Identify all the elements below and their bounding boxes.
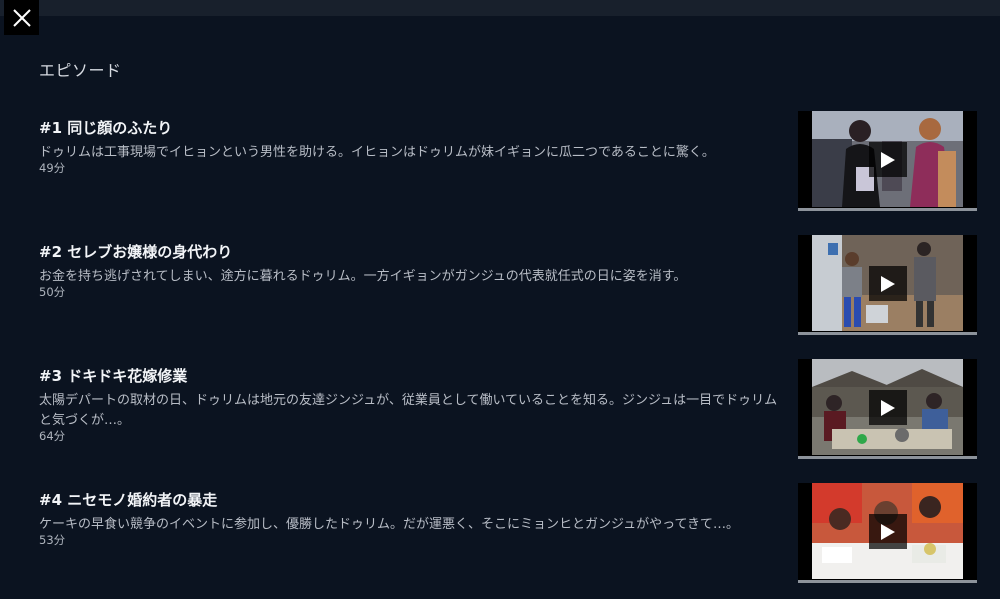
episode-thumbnail[interactable] — [798, 483, 977, 583]
episode-description: お金を持ち逃げされてしまい、途方に暮れるドゥリム。一方イギョンがガンジュの代表就… — [39, 269, 687, 284]
episode-thumbnail[interactable] — [798, 111, 977, 211]
episode-item[interactable]: #2 セレブお嬢様の身代わり お金を持ち逃げされてしまい、途方に暮れるドゥリム。… — [0, 235, 1000, 351]
episode-thumbnail[interactable] — [798, 359, 977, 459]
episode-duration: 50分 — [39, 285, 66, 299]
episode-duration: 49分 — [39, 161, 66, 175]
progress-bar — [798, 456, 977, 459]
episode-item[interactable]: #4 ニセモノ婚約者の暴走 ケーキの早食い競争のイベントに参加し、優勝したドゥリ… — [0, 483, 1000, 599]
play-button[interactable] — [869, 390, 907, 425]
progress-bar — [798, 208, 977, 211]
progress-bar — [798, 580, 977, 583]
episode-description: 太陽デパートの取材の日、ドゥリムは地元の友達ジンジュが、従業員として働いているこ… — [39, 393, 778, 428]
episode-item[interactable]: #3 ドキドキ花嫁修業 太陽デパートの取材の日、ドゥリムは地元の友達ジンジュが、… — [0, 359, 1000, 475]
section-title: エピソード — [39, 61, 122, 80]
episode-description: ドゥリムは工事現場でイヒョンという男性を助ける。イヒョンはドゥリムが妹イギョンに… — [39, 145, 715, 160]
play-button[interactable] — [869, 266, 907, 301]
close-button[interactable] — [4, 0, 39, 35]
close-icon — [12, 8, 31, 27]
episode-title[interactable]: #2 セレブお嬢様の身代わり — [39, 241, 232, 262]
play-button[interactable] — [869, 514, 907, 549]
play-icon — [881, 523, 895, 540]
play-icon — [881, 151, 895, 168]
top-bar — [0, 0, 1000, 16]
progress-bar — [798, 332, 977, 335]
episode-thumbnail[interactable] — [798, 235, 977, 335]
play-icon — [881, 399, 895, 416]
episode-title[interactable]: #3 ドキドキ花嫁修業 — [39, 365, 187, 386]
episode-duration: 64分 — [39, 429, 66, 443]
play-button[interactable] — [869, 142, 907, 177]
episode-description: ケーキの早食い競争のイベントに参加し、優勝したドゥリム。だが運悪く、そこにミョン… — [39, 517, 740, 532]
episode-duration: 53分 — [39, 533, 66, 547]
episode-item[interactable]: #1 同じ顔のふたり ドゥリムは工事現場でイヒョンという男性を助ける。イヒョンは… — [0, 111, 1000, 227]
play-icon — [881, 275, 895, 292]
episode-title[interactable]: #1 同じ顔のふたり — [39, 117, 172, 138]
episode-title[interactable]: #4 ニセモノ婚約者の暴走 — [39, 489, 217, 510]
